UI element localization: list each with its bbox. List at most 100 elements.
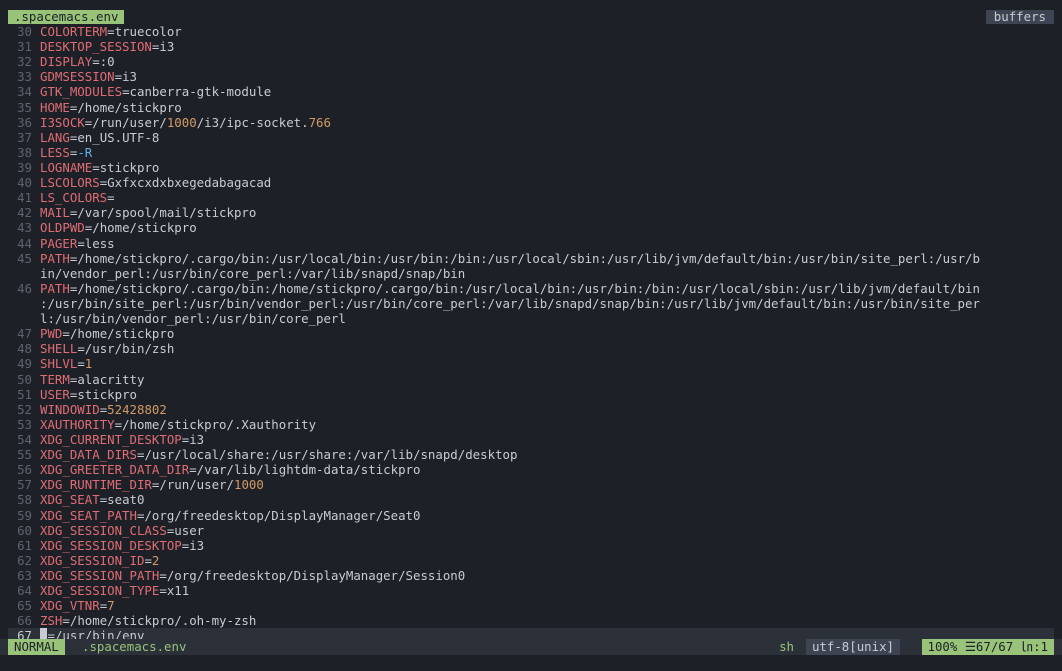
code-line[interactable]: 54 XDG_CURRENT_DESKTOP=i3 <box>8 432 1054 447</box>
env-var-name: SHLVL <box>40 356 78 372</box>
line-content: XDG_SESSION_PATH=/org/freedesktop/Displa… <box>40 568 1052 583</box>
code-line[interactable]: 46 PATH=/home/stickpro/.cargo/bin:/home/s… <box>8 281 1054 296</box>
line-number: 39 <box>17 159 32 175</box>
code-line[interactable]: 57 XDG_RUNTIME_DIR=/run/user/1000 <box>8 477 1054 492</box>
env-var-name: XDG_SESSION_ID <box>40 552 145 568</box>
env-var-name: LESS <box>40 144 70 160</box>
env-var-value: /var/lib/lightdm-data/stickpro <box>196 462 421 478</box>
code-line[interactable]: 42 MAIL=/var/spool/mail/stickpro <box>8 205 1054 220</box>
code-line[interactable]: 60 XDG_SESSION_CLASS=user <box>8 523 1054 538</box>
code-line[interactable]: 37 LANG=en_US.UTF-8 <box>8 130 1054 145</box>
code-line[interactable]: 59 XDG_SEAT_PATH=/org/freedesktop/Display… <box>8 508 1054 523</box>
code-line[interactable]: 62 XDG_SESSION_ID=2 <box>8 553 1054 568</box>
status-encoding: utf-8[unix] <box>805 639 900 655</box>
line-number: 58 <box>17 492 32 508</box>
code-line[interactable]: 63 XDG_SESSION_PATH=/org/freedesktop/Disp… <box>8 568 1054 583</box>
code-line[interactable]: 49 SHLVL=1 <box>8 356 1054 371</box>
line-number: 47 <box>17 326 32 342</box>
equals-sign: = <box>107 24 115 39</box>
env-var-value: i3 <box>189 431 205 447</box>
line-number: 38 <box>17 144 32 160</box>
env-var-name: WINDOWID <box>40 401 100 417</box>
env-var-value: /home/stickpro/.cargo/bin:/usr/local/bin… <box>77 250 980 266</box>
code-line[interactable]: 40 LSCOLORS=Gxfxcxdxbxegedabagacad <box>8 175 1054 190</box>
line-content: LSCOLORS=Gxfxcxdxbxegedabagacad <box>40 175 1052 190</box>
line-content: XAUTHORITY=/home/stickpro/.Xauthority <box>40 417 1052 432</box>
code-line[interactable]: 56 XDG_GREETER_DATA_DIR=/var/lib/lightdm-… <box>8 462 1054 477</box>
equals-sign: = <box>114 69 123 85</box>
line-number: 33 <box>17 69 32 85</box>
line-content: XDG_SESSION_DESKTOP=i3 <box>40 538 1052 553</box>
env-var-name: LSCOLORS <box>40 175 100 191</box>
line-content: LOGNAME=stickpro <box>40 160 1052 175</box>
code-line[interactable]: 33 GDMSESSION=i3 <box>8 69 1054 84</box>
code-line[interactable]: 64 XDG_SESSION_TYPE=x11 <box>8 583 1054 598</box>
code-line[interactable]: 65 XDG_VTNR=7 <box>8 598 1054 613</box>
code-line[interactable]: 44 PAGER=less <box>8 236 1054 251</box>
code-line[interactable]: :/usr/bin/site_perl:/usr/bin/vendor_perl… <box>8 296 1054 311</box>
env-var-value: /run/user/ <box>159 477 234 493</box>
code-line[interactable]: 51 USER=stickpro <box>8 387 1054 402</box>
line-content: XDG_GREETER_DATA_DIR=/var/lib/lightdm-da… <box>40 462 1052 477</box>
line-content: XDG_DATA_DIRS=/usr/local/share:/usr/shar… <box>40 447 1052 462</box>
line-number: 57 <box>17 477 32 493</box>
code-line[interactable]: 35 HOME=/home/stickpro <box>8 100 1054 115</box>
equals-sign: = <box>122 84 130 100</box>
code-line[interactable]: 53 XAUTHORITY=/home/stickpro/.Xauthority <box>8 417 1054 432</box>
code-line[interactable]: 30 COLORTERM=truecolor <box>8 24 1054 39</box>
code-line[interactable]: 43 OLDPWD=/home/stickpro <box>8 220 1054 235</box>
line-content: USER=stickpro <box>40 387 1052 402</box>
buffers-label[interactable]: buffers <box>985 10 1054 24</box>
env-var-value: stickpro <box>99 159 160 175</box>
line-content: WINDOWID=52428802 <box>40 402 1052 417</box>
editor-buffer[interactable]: 30 COLORTERM=truecolor 31 DESKTOP_SESSION=i… <box>8 24 1054 644</box>
env-var-name: DISPLAY <box>40 54 93 70</box>
tab-bar: .spacemacs.env buffers <box>0 0 1062 24</box>
equals-sign: = <box>77 341 85 357</box>
code-line[interactable]: 50 TERM=alacritty <box>8 372 1054 387</box>
line-number: 32 <box>17 54 32 70</box>
equals-sign: = <box>77 356 85 372</box>
code-line[interactable]: 38 LESS=-R <box>8 145 1054 160</box>
tab-active-buffer[interactable]: .spacemacs.env <box>8 10 125 24</box>
code-line[interactable]: 36 I3SOCK=/run/user/1000/i3/ipc-socket.76… <box>8 115 1054 130</box>
code-line[interactable]: 34 GTK_MODULES=canberra-gtk-module <box>8 84 1054 99</box>
code-line[interactable]: 58 XDG_SEAT=seat0 <box>8 492 1054 507</box>
line-number: 63 <box>17 567 32 583</box>
line-content: PATH=/home/stickpro/.cargo/bin:/home/sti… <box>40 281 1052 296</box>
line-content: XDG_SEAT=seat0 <box>40 492 1052 507</box>
line-content: DESKTOP_SESSION=i3 <box>40 39 1052 54</box>
env-var-value: in/vendor_perl:/usr/bin/core_perl:/var/l… <box>40 265 466 281</box>
env-var-name: XDG_RUNTIME_DIR <box>40 477 152 493</box>
env-var-name: XDG_SEAT <box>40 492 100 508</box>
equals-sign: = <box>107 190 115 206</box>
code-line[interactable]: 41 LS_COLORS= <box>8 190 1054 205</box>
line-content: ZSH=/home/stickpro/.oh-my-zsh <box>40 613 1052 628</box>
line-content: PWD=/home/stickpro <box>40 326 1052 341</box>
env-var-value: 7 <box>107 598 115 614</box>
line-number: 30 <box>17 24 32 39</box>
equals-sign: = <box>144 552 152 568</box>
code-line[interactable]: 48 SHELL=/usr/bin/zsh <box>8 341 1054 356</box>
line-number: 55 <box>17 447 32 463</box>
code-line[interactable]: 31 DESKTOP_SESSION=i3 <box>8 39 1054 54</box>
status-filename: .spacemacs.env <box>82 639 187 654</box>
code-line[interactable]: 61 XDG_SESSION_DESKTOP=i3 <box>8 538 1054 553</box>
code-line[interactable]: l:/usr/bin/vendor_perl:/usr/bin/core_per… <box>8 311 1054 326</box>
env-var-name: PAGER <box>40 235 78 251</box>
line-content: PATH=/home/stickpro/.cargo/bin:/usr/loca… <box>40 251 1052 266</box>
code-line[interactable]: 39 LOGNAME=stickpro <box>8 160 1054 175</box>
code-line[interactable]: 52 WINDOWID=52428802 <box>8 402 1054 417</box>
env-var-name: HOME <box>40 99 70 115</box>
code-line[interactable]: 55 XDG_DATA_DIRS=/usr/local/share:/usr/sh… <box>8 447 1054 462</box>
line-content: XDG_VTNR=7 <box>40 598 1052 613</box>
env-var-value: /usr/local/share:/usr/share:/var/lib/sna… <box>144 447 518 463</box>
code-line[interactable]: 66 ZSH=/home/stickpro/.oh-my-zsh <box>8 613 1054 628</box>
code-line[interactable]: 45 PATH=/home/stickpro/.cargo/bin:/usr/lo… <box>8 251 1054 266</box>
code-line[interactable]: 47 PWD=/home/stickpro <box>8 326 1054 341</box>
env-var-value: /i3/ipc-socket. <box>196 114 309 130</box>
code-line[interactable]: 32 DISPLAY=:0 <box>8 54 1054 69</box>
env-var-value: 2 <box>151 552 160 568</box>
code-line[interactable]: in/vendor_perl:/usr/bin/core_perl:/var/l… <box>8 266 1054 281</box>
line-content: in/vendor_perl:/usr/bin/core_perl:/var/l… <box>40 266 1052 281</box>
